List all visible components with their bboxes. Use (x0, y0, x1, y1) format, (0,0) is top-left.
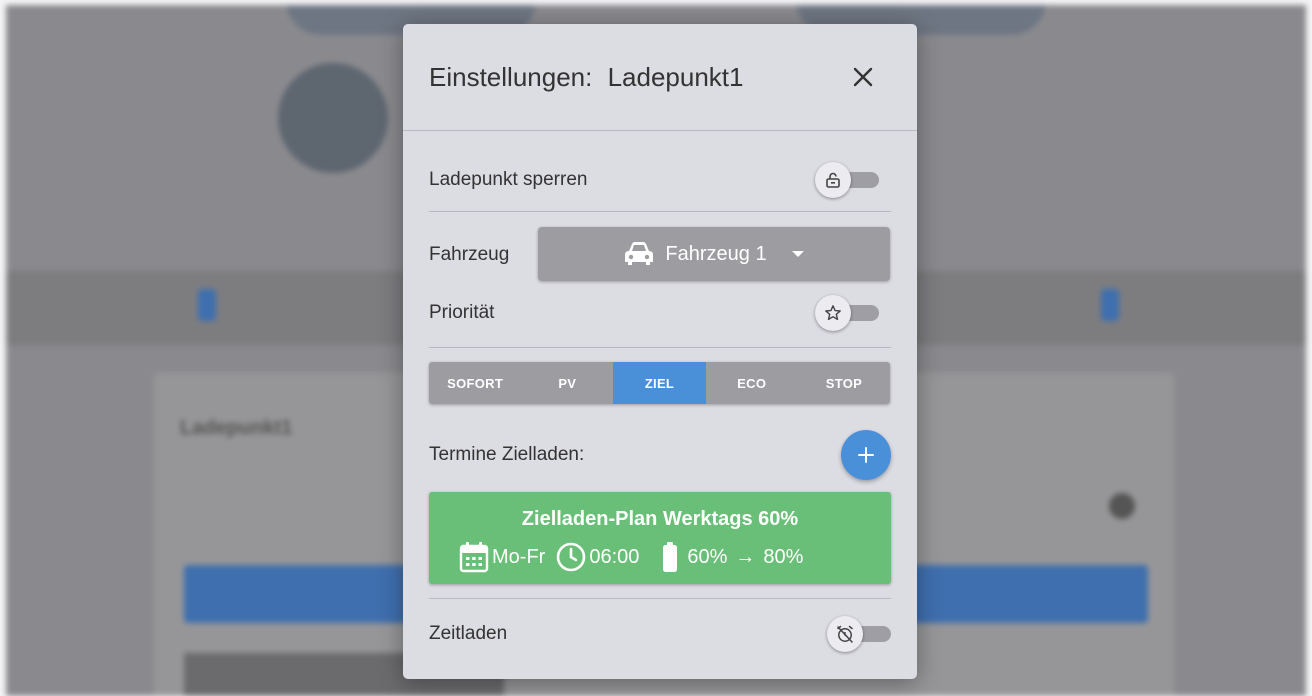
mode-button-stop[interactable]: STOP (797, 362, 890, 404)
plan-days-value: Mo-Fr (492, 545, 546, 568)
priority-toggle-knob (815, 295, 851, 331)
vehicle-label: Fahrzeug (429, 244, 510, 265)
timed-charging-label: Zeitladen (429, 623, 508, 644)
plan-soc-from: 60% (687, 545, 728, 568)
schedule-label: Termine Zielladen: (429, 444, 585, 465)
mode-button-sofort[interactable]: SOFORT (429, 362, 522, 404)
lock-toggle-knob (815, 162, 851, 198)
charge-plan-card[interactable]: Zielladen-Plan Werktags 60% Mo-Fr 06:00 … (429, 492, 891, 584)
background-dot (1109, 493, 1135, 519)
divider (429, 347, 891, 348)
lock-toggle[interactable] (815, 162, 879, 198)
background-icon (1101, 289, 1119, 321)
battery-icon (663, 542, 678, 572)
divider (429, 598, 891, 599)
close-button[interactable] (849, 63, 877, 91)
vehicle-selected: Fahrzeug 1 (665, 242, 767, 265)
plus-icon (858, 447, 874, 463)
chevron-down-icon (791, 251, 804, 257)
plan-soc-to: 80% (763, 545, 804, 568)
modal-title-prefix: Einstellungen: (429, 62, 593, 92)
settings-modal: Einstellungen: Ladepunkt1 Ladepunkt sper… (403, 24, 917, 679)
plan-details: Mo-Fr 06:00 60% → 80% (459, 540, 803, 574)
background-card-title: Ladepunkt1 (180, 417, 293, 439)
background-avatar (278, 63, 388, 173)
plan-time-value: 06:00 (589, 545, 640, 568)
timed-toggle-knob (827, 616, 863, 652)
close-icon (853, 67, 873, 87)
star-icon (825, 305, 841, 321)
divider (429, 211, 891, 212)
priority-toggle[interactable] (815, 295, 879, 331)
timed-charging-toggle[interactable] (827, 616, 891, 652)
calendar-icon (459, 542, 489, 573)
plan-title: Zielladen-Plan Werktags 60% (521, 508, 799, 530)
alarm-off-icon (837, 625, 853, 643)
vehicle-dropdown[interactable]: Fahrzeug 1 (538, 227, 890, 281)
lock-open-icon (826, 172, 840, 188)
plan-days: Mo-Fr (459, 541, 545, 573)
background-icon (198, 289, 216, 321)
mode-button-pv[interactable]: PV (521, 362, 614, 404)
mode-button-ziel[interactable]: ZIEL (613, 362, 706, 404)
plan-soc: 60% → 80% (661, 541, 803, 573)
mode-button-eco[interactable]: ECO (705, 362, 798, 404)
priority-label: Priorität (429, 302, 495, 323)
add-plan-button[interactable] (841, 430, 891, 480)
clock-icon (557, 542, 586, 572)
modal-title: Einstellungen: Ladepunkt1 (429, 62, 743, 93)
car-icon (625, 242, 654, 265)
modal-title-chargepoint: Ladepunkt1 (607, 62, 744, 92)
plan-soc-arrow: → (735, 545, 756, 568)
charge-mode-group: SOFORT PV ZIEL ECO STOP (429, 362, 890, 404)
lock-label: Ladepunkt sperren (429, 169, 588, 190)
modal-header: Einstellungen: Ladepunkt1 (403, 24, 917, 131)
plan-time: 06:00 (555, 541, 639, 573)
